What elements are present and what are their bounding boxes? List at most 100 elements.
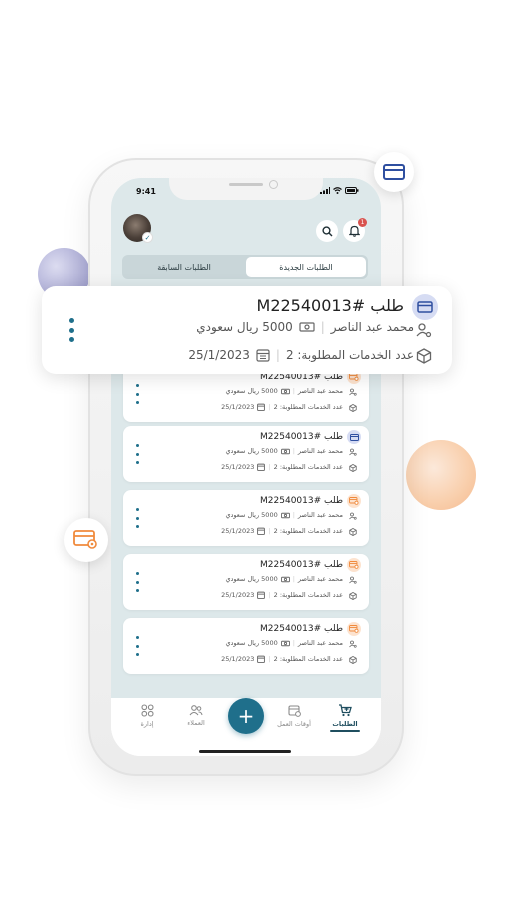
order-services: عدد الخدمات المطلوبة: 2 [273,591,343,599]
order-date: 25/1/2023 [221,463,255,471]
order-services-line: عدد الخدمات المطلوبة: 2 | 25/1/2023 [221,591,343,599]
order-customer-line: محمد عبد الناصر | 5000 ريال سعودي [225,511,343,519]
order-title: طلب #M22540013 [256,296,404,315]
order-customer-line: محمد عبد الناصر | 5000 ريال سعودي [196,320,414,334]
cash-icon [280,640,290,646]
order-customer-line: محمد عبد الناصر | 5000 ريال سعودي [225,447,343,455]
more-options-icon[interactable] [135,572,139,592]
order-customer: محمد عبد الناصر [297,447,343,455]
order-customer-line: محمد عبد الناصر | 5000 ريال سعودي [225,387,343,395]
order-date: 25/1/2023 [221,591,255,599]
order-customer-line: محمد عبد الناصر | 5000 ريال سعودي [225,639,343,647]
cart-icon [339,704,352,717]
order-date: 25/1/2023 [221,655,255,663]
plus-icon: + [237,704,255,728]
order-amount: 5000 ريال سعودي [225,387,278,395]
search-icon [321,225,332,236]
order-amount: 5000 ريال سعودي [225,639,278,647]
phone-notch [169,178,323,200]
calendar-icon [256,349,270,362]
users-icon [189,705,203,716]
bell-icon [348,225,360,237]
user-settings-icon [349,388,357,396]
order-date: 25/1/2023 [221,403,255,411]
order-services: عدد الخدمات المطلوبة: 2 [273,655,343,663]
box-icon [349,592,357,600]
order-customer: محمد عبد الناصر [297,511,343,519]
orders-tabs: الطلبات الجديدة الطلبات السابقة [122,255,368,279]
order-card[interactable]: طلب #M22540013 محمد عبد الناصر | 5000 ريال … [123,618,369,674]
order-date: 25/1/2023 [188,348,250,362]
order-title: طلب #M22540013 [260,496,343,506]
order-title: طلب #M22540013 [260,560,343,570]
status-icons [320,187,359,194]
nav-admin[interactable]: إدارة [127,704,167,728]
order-services: عدد الخدمات المطلوبة: 2 [273,463,343,471]
notifications-button[interactable]: 1 [343,218,367,242]
more-options-icon[interactable] [135,636,139,656]
nav-active-indicator [330,730,360,732]
search-button[interactable] [316,220,338,242]
notification-badge: 1 [358,218,367,227]
order-customer: محمد عبد الناصر [330,320,414,334]
more-options-icon[interactable] [135,508,139,528]
order-amount: 5000 ريال سعودي [225,575,278,583]
user-settings-icon [416,323,432,338]
order-card[interactable]: طلب #M22540013 محمد عبد الناصر | 5000 ريال … [123,554,369,610]
box-icon [349,464,357,472]
card-type-icon [347,430,361,444]
user-settings-icon [349,512,357,520]
more-options-icon[interactable] [135,384,139,404]
floating-card-settings-icon [64,518,108,562]
calendar-icon [257,655,266,663]
nav-orders[interactable]: الطلبات [325,704,365,732]
cash-icon [299,322,315,332]
verified-icon: ✓ [142,232,153,243]
signal-icon [320,187,330,194]
cash-icon [280,512,290,518]
highlighted-order-card[interactable]: طلب #M22540013 محمد عبد الناصر | 5000 ري… [42,286,452,374]
order-title: طلب #M22540013 [260,624,343,634]
order-card[interactable]: طلب #M22540013 محمد عبد الناصر | 5000 ريال … [123,490,369,546]
order-amount: 5000 ريال سعودي [225,511,278,519]
tab-new-orders[interactable]: الطلبات الجديدة [246,257,366,277]
nav-orders-label: الطلبات [332,720,358,728]
more-options-icon[interactable] [135,444,139,464]
card-settings-icon [347,494,361,508]
battery-icon [345,187,359,194]
add-order-button[interactable]: + [228,698,264,734]
bottom-nav: الطلبات أوقات العمل + العملاء إدارة [111,698,381,756]
user-settings-icon [349,448,357,456]
nav-work-times[interactable]: أوقات العمل [274,704,314,728]
order-card[interactable]: طلب #M22540013 محمد عبد الناصر | 5000 ريال … [123,426,369,482]
nav-clients-label: العملاء [187,719,205,727]
order-services: عدد الخدمات المطلوبة: 2 [273,403,343,411]
phone-screen: 9:41 ✓ 1 الطلبات الجديدة الطلبات السابقة… [111,178,381,756]
order-services-line: عدد الخدمات المطلوبة: 2 | 25/1/2023 [188,348,414,362]
nav-clients[interactable]: العملاء [176,704,216,727]
card-settings-icon [347,622,361,636]
cash-icon [280,388,290,394]
tab-previous-orders[interactable]: الطلبات السابقة [124,257,244,277]
card-settings-icon [347,558,361,572]
order-services-line: عدد الخدمات المطلوبة: 2 | 25/1/2023 [221,403,343,411]
order-date: 25/1/2023 [221,527,255,535]
nav-work-times-label: أوقات العمل [277,720,311,728]
box-icon [349,656,357,664]
decorative-bubble-orange [406,440,476,510]
calendar-icon [257,403,266,411]
order-customer: محمد عبد الناصر [297,575,343,583]
order-card[interactable]: طلب #M22540013 محمد عبد الناصر | 5000 ريال … [123,366,369,422]
order-customer: محمد عبد الناصر [297,387,343,395]
order-customer-line: محمد عبد الناصر | 5000 ريال سعودي [225,575,343,583]
more-options-icon[interactable] [68,318,74,342]
order-services-line: عدد الخدمات المطلوبة: 2 | 25/1/2023 [221,655,343,663]
calendar-icon [257,591,266,599]
cash-icon [280,448,290,454]
calendar-icon [257,463,266,471]
order-services: عدد الخدمات المطلوبة: 2 [273,527,343,535]
avatar[interactable]: ✓ [123,214,153,243]
order-services-line: عدد الخدمات المطلوبة: 2 | 25/1/2023 [221,463,343,471]
home-indicator [199,750,291,753]
cash-icon [280,576,290,582]
